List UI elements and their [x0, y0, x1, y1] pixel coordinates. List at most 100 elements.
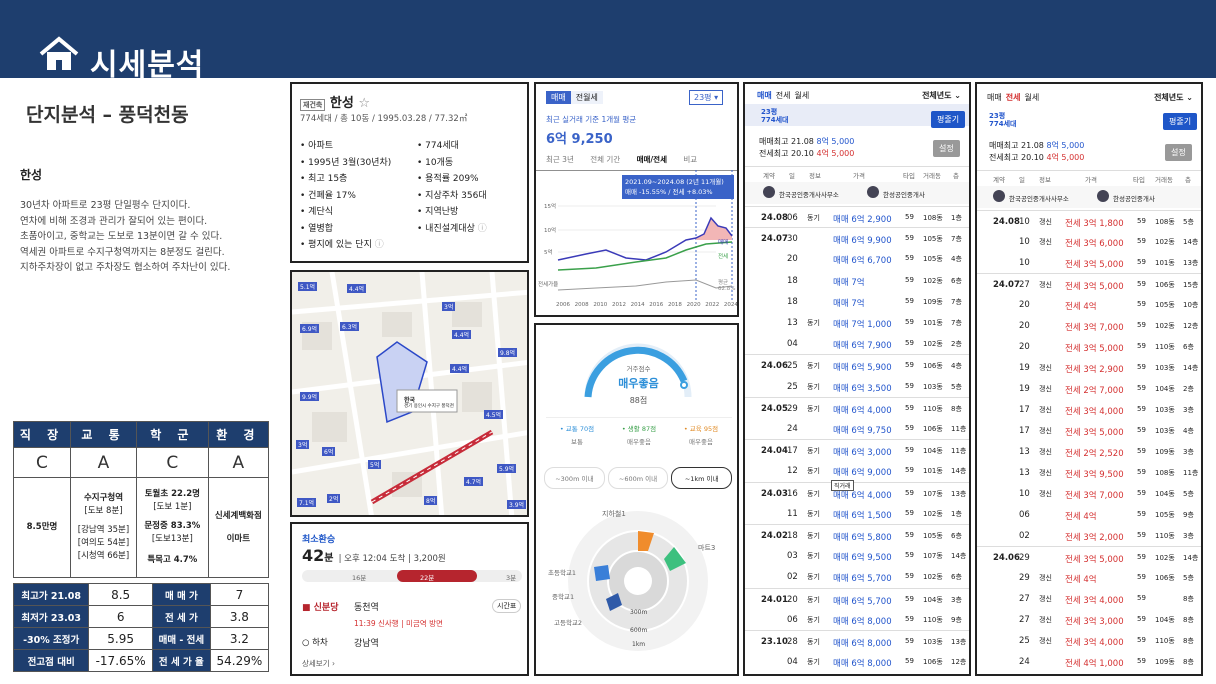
table-row[interactable]: 06 전세 4억 59 105동 9층 — [977, 504, 1201, 525]
table-row[interactable]: 10 갱신 전세 3억 6,000 59 102동 14층 — [977, 231, 1201, 252]
table-row[interactable]: 29 갱신 전세 4억 59 106동 5층 — [977, 567, 1201, 588]
table-row[interactable]: 13 동기 매매 7억 1,000 59 101동 7층 — [745, 312, 969, 333]
map-price-marker[interactable]: 8억 — [424, 496, 438, 505]
table-row[interactable]: 20 전세 3억 5,000 59 110동 6층 — [977, 336, 1201, 357]
map-price-marker[interactable]: 4.4억 — [347, 284, 367, 293]
table-row[interactable]: 24.08 10 갱신 전세 3억 1,800 59 108동 5층 — [977, 210, 1201, 231]
table-row[interactable]: 04 매매 6억 7,900 59 102동 2층 — [745, 333, 969, 354]
table-row[interactable]: 18 매매 7억 59 109동 7층 — [745, 291, 969, 312]
table-row[interactable]: 12 동기 매매 6억 9,000 59 101동 14층 — [745, 460, 969, 481]
table-row[interactable]: 18 매매 7억 59 102동 6층 — [745, 270, 969, 291]
tab-sale[interactable]: 매매 — [546, 91, 571, 104]
help-icon[interactable]: ⓘ — [375, 240, 384, 250]
table-row[interactable]: 19 갱신 전세 3억 2,900 59 103동 14층 — [977, 357, 1201, 378]
year-filter[interactable]: 전체년도 ⌄ — [1154, 92, 1193, 103]
tab-compare-deal[interactable]: 매매/전세 — [637, 155, 667, 164]
row-type: 59 — [1137, 217, 1146, 225]
map-price-marker[interactable]: 4.5억 — [484, 410, 504, 419]
tab-monthly[interactable]: 월세 — [1024, 93, 1039, 102]
table-row[interactable]: 11 동기 매매 6억 1,500 59 102동 1층 — [745, 503, 969, 524]
tab-sale[interactable]: 매매 — [757, 91, 772, 100]
map-price-marker[interactable]: 4.4억 — [452, 330, 472, 339]
year-filter[interactable]: 전체년도 ⌄ — [922, 90, 961, 101]
table-row[interactable]: 24.06 25 동기 매매 6억 5,900 59 106동 4층 — [745, 354, 969, 375]
help-icon[interactable]: ⓘ — [478, 224, 487, 234]
range-600[interactable]: ~600m 이내 — [607, 467, 669, 489]
settings-button[interactable]: 설정 — [933, 140, 960, 157]
table-row[interactable]: 24 전세 4억 1,000 59 109동 8층 — [977, 651, 1201, 672]
table-row[interactable]: 25 갱신 전세 3억 4,000 59 110동 8층 — [977, 630, 1201, 651]
tab-compare[interactable]: 비교 — [683, 155, 697, 164]
table-row[interactable]: 24.05 29 동기 매매 6억 4,000 59 110동 8층 — [745, 396, 969, 418]
map-price-marker[interactable]: 2억 — [327, 494, 341, 503]
map-price-marker[interactable]: 3.9억 — [507, 500, 527, 509]
table-row[interactable]: 02 전세 3억 2,000 59 110동 3층 — [977, 525, 1201, 546]
tab-all[interactable]: 전체 기간 — [590, 155, 620, 164]
table-row[interactable]: 04 동기 매매 6억 8,000 59 106동 12층 — [745, 651, 969, 672]
table-row[interactable]: 10 갱신 전세 3억 7,000 59 104동 5층 — [977, 483, 1201, 504]
table-row[interactable]: 24.06 29 전세 3억 5,000 59 102동 14층 — [977, 546, 1201, 567]
row-floor: 7층 — [951, 297, 962, 306]
table-row[interactable]: 20 전세 3억 7,000 59 102동 12층 — [977, 315, 1201, 336]
table-row[interactable]: 24.03 16 동기 매매 6억 4,000 59 107동 13층 — [745, 481, 969, 503]
settings-button[interactable]: 설정 — [1165, 144, 1192, 161]
map-price-marker[interactable]: 5.1억 — [298, 282, 318, 291]
table-row[interactable]: 13 갱신 전세 3억 9,500 59 108동 11층 — [977, 462, 1201, 483]
pyeong-button[interactable]: 평줄기 — [931, 111, 966, 128]
map-price-marker[interactable]: 6.9억 — [300, 324, 320, 333]
tab-3y[interactable]: 최근 3년 — [546, 155, 574, 164]
size-select[interactable]: 23평 ▾ — [689, 90, 724, 105]
table-row[interactable]: 17 갱신 전세 3억 5,000 59 103동 4층 — [977, 420, 1201, 441]
star-icon[interactable]: ☆ — [358, 96, 370, 111]
table-row[interactable]: 02 동기 매매 6억 5,700 59 102동 6층 — [745, 566, 969, 587]
table-row[interactable]: 25 동기 매매 6억 3,500 59 103동 5층 — [745, 376, 969, 397]
table-row[interactable]: 27 갱신 전세 3억 4,000 59 8층 — [977, 588, 1201, 609]
map-price-marker[interactable]: 4.4억 — [450, 364, 470, 373]
range-1km[interactable]: ~1km 이내 — [671, 467, 733, 489]
table-row[interactable]: 20 전세 4억 59 105동 10층 — [977, 294, 1201, 315]
size-label: 23평 774세대 — [989, 112, 1017, 128]
row-price: 매매 7억 — [833, 277, 865, 288]
map-price-marker[interactable]: 9.8억 — [498, 348, 518, 357]
tab-rent[interactable]: 전월세 — [570, 91, 603, 104]
table-row[interactable]: 27 갱신 전세 3억 3,000 59 104동 8층 — [977, 609, 1201, 630]
table-row[interactable]: 24.07 30 매매 6억 9,900 59 105동 7층 — [745, 227, 969, 248]
map-price-marker[interactable]: 3억 — [442, 302, 456, 311]
map-price-marker[interactable]: 7.1억 — [297, 498, 317, 507]
map-card[interactable]: 한국 경기 용인시 수지구 풍덕천동 696 5.1억 4.4억 3억 6.9억… — [290, 270, 529, 517]
map-price-marker[interactable]: 6.3억 — [340, 322, 360, 331]
table-row[interactable]: 03 동기 매매 6억 9,500 59 107동 14층 — [745, 545, 969, 566]
size-label: 23평 774세대 — [761, 108, 789, 124]
more-details-link[interactable]: 상세보기 › — [302, 658, 335, 669]
tab-monthly[interactable]: 월세 — [794, 91, 809, 100]
timetable-button[interactable]: 시간표 — [492, 599, 522, 613]
row-price: 매매 6억 4,000 — [833, 405, 892, 416]
table-row[interactable]: 24.07 27 갱신 전세 3억 5,000 59 106동 15층 — [977, 273, 1201, 294]
table-row[interactable]: 13 갱신 전세 2억 2,520 59 109동 3층 — [977, 441, 1201, 462]
tab-jeonse[interactable]: 전세 — [776, 91, 791, 100]
map-price-marker[interactable]: 4.7억 — [464, 477, 484, 486]
work-detail: 8.5만명 — [13, 477, 71, 578]
table-row[interactable]: 24.08 06 동기 매매 6억 2,900 59 108동 1층 — [745, 206, 969, 227]
pyeong-button[interactable]: 평줄기 — [1163, 113, 1198, 130]
table-row[interactable]: 24 매매 6억 9,750 59 106동 11층 — [745, 418, 969, 439]
table-row[interactable]: 20 매매 6억 6,700 59 105동 4층 — [745, 248, 969, 269]
range-300[interactable]: ~300m 이내 — [544, 467, 605, 489]
map-price-marker[interactable]: 9.9억 — [300, 392, 320, 401]
table-row[interactable]: 10 전세 3억 5,000 59 101동 13층 — [977, 252, 1201, 273]
table-row[interactable]: 23.10 28 동기 매매 6억 8,000 59 103동 13층 — [745, 630, 969, 651]
table-row[interactable]: 24.02 18 동기 매매 6억 5,800 59 105동 6층 — [745, 524, 969, 545]
row-floor: 14층 — [1183, 364, 1199, 372]
tab-sale[interactable]: 매매 — [987, 93, 1002, 102]
table-row[interactable]: 06 동기 매매 6억 8,000 59 110동 9층 — [745, 609, 969, 630]
table-row[interactable]: 24.01 20 동기 매매 6억 5,700 59 104동 3층 — [745, 587, 969, 609]
map-price-marker[interactable]: 5.9억 — [497, 464, 517, 473]
table-row[interactable]: 17 갱신 전세 3억 4,000 59 103동 3층 — [977, 399, 1201, 420]
map-price-marker[interactable]: 6억 — [322, 447, 336, 456]
row-day: 20 — [787, 254, 798, 265]
tab-jeonse[interactable]: 전세 — [1006, 93, 1021, 102]
map-price-marker[interactable]: 5억 — [368, 460, 382, 469]
table-row[interactable]: 19 갱신 전세 2억 7,000 59 104동 2층 — [977, 378, 1201, 399]
table-row[interactable]: 24.04 17 동기 매매 6억 3,000 59 104동 11층 — [745, 439, 969, 460]
map-price-marker[interactable]: 3억 — [296, 440, 310, 449]
